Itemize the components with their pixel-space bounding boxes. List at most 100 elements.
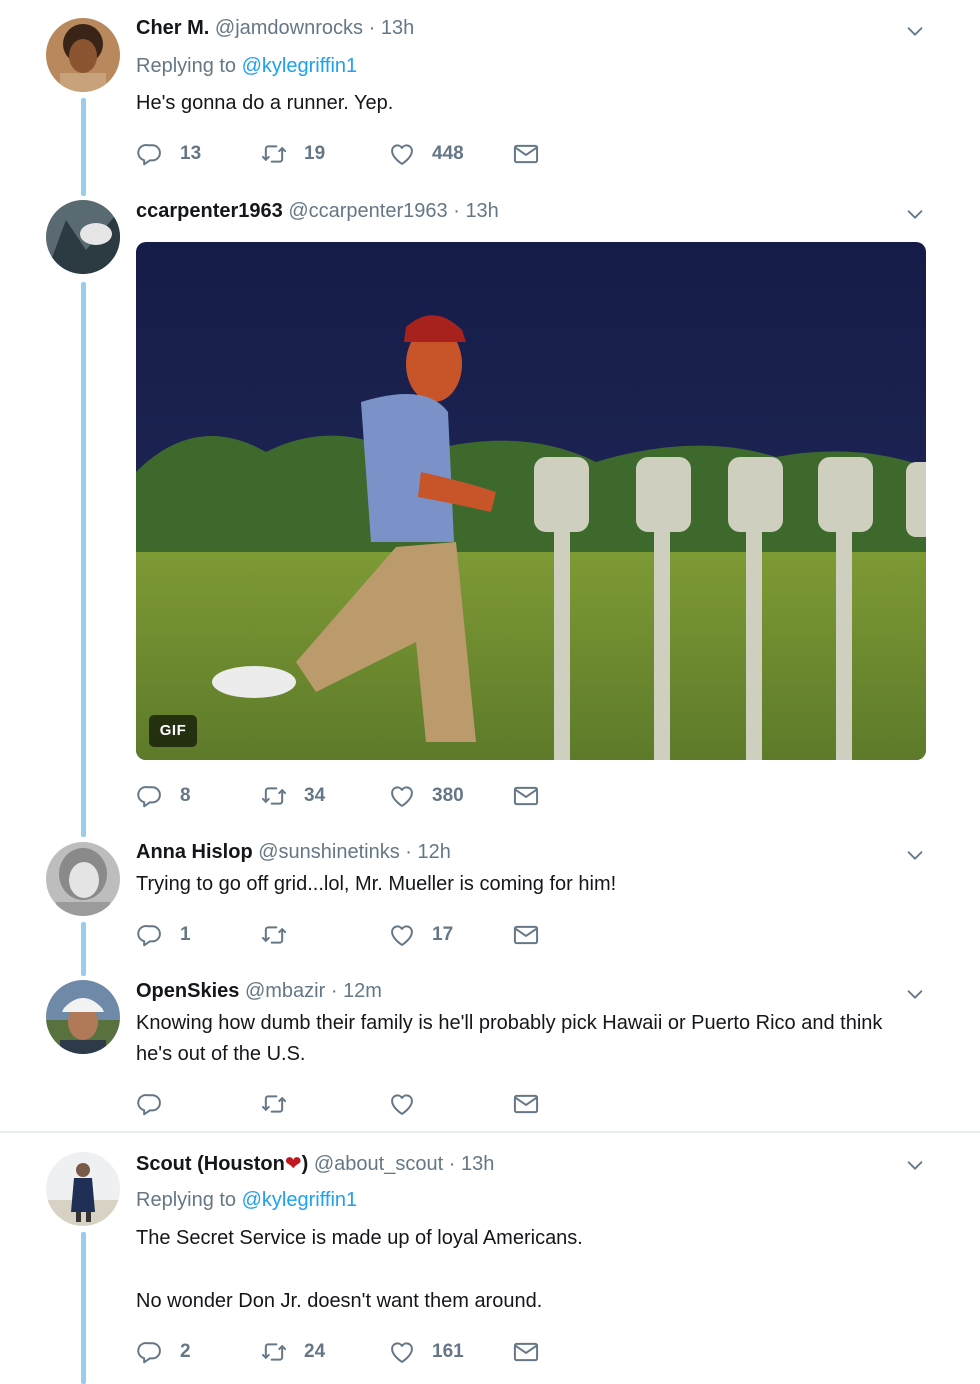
tweet-text: He's gonna do a runner. Yep. <box>136 92 394 114</box>
speech-bubble-icon <box>136 140 164 168</box>
tweet-header: Anna Hislop @sunshinetinks · 12h <box>136 841 451 864</box>
mention-link[interactable]: @kylegriffin1 <box>242 55 358 77</box>
reply-button[interactable]: 13 <box>136 139 201 169</box>
like-count: 448 <box>432 143 464 164</box>
heart-emoji: ❤ <box>284 1153 302 1175</box>
separator: · <box>448 1153 456 1175</box>
separator: · <box>405 841 412 863</box>
chevron-down-icon[interactable] <box>904 1154 926 1176</box>
separator: · <box>368 17 376 39</box>
chevron-down-icon[interactable] <box>904 203 926 225</box>
replying-to: Replying to @kylegriffin1 <box>136 55 357 78</box>
direct-message-button[interactable] <box>512 1089 540 1119</box>
retweet-arrows-icon <box>260 140 288 168</box>
tweet-text: Trying to go off grid...lol, Mr. Mueller… <box>136 873 617 895</box>
speech-bubble-icon <box>136 1338 164 1366</box>
display-name[interactable]: Anna Hislop <box>136 841 253 863</box>
direct-message-button[interactable] <box>512 1337 540 1367</box>
thread-connector-line <box>81 922 86 976</box>
retweet-count: 34 <box>304 785 326 806</box>
mention-link[interactable]: @kylegriffin1 <box>242 1189 358 1211</box>
timestamp[interactable]: 12h <box>418 841 451 863</box>
chevron-down-icon[interactable] <box>904 20 926 42</box>
like-count: 161 <box>432 1341 464 1362</box>
envelope-icon <box>512 782 540 810</box>
timestamp[interactable]: 13h <box>461 1153 494 1175</box>
retweet-arrows-icon <box>260 1090 288 1118</box>
retweet-button[interactable]: 24 <box>260 1337 325 1367</box>
tweet-text: Knowing how dumb their family is he'll p… <box>136 1012 883 1065</box>
avatar[interactable] <box>46 1152 120 1226</box>
heart-outline-icon <box>388 140 416 168</box>
display-name-suffix: ) <box>301 1153 309 1175</box>
reply-button[interactable] <box>136 1089 180 1119</box>
retweet-arrows-icon <box>260 921 288 949</box>
handle[interactable]: @about_scout <box>314 1153 443 1175</box>
tweet-text-line-1: The Secret Service is made up of loyal A… <box>136 1227 583 1249</box>
like-button[interactable]: 448 <box>388 139 464 169</box>
like-button[interactable]: 17 <box>388 920 453 950</box>
heart-outline-icon <box>388 1338 416 1366</box>
gif-badge: GIF <box>149 715 197 747</box>
timestamp[interactable]: 12m <box>343 980 382 1002</box>
heart-outline-icon <box>388 921 416 949</box>
replying-label: Replying to <box>136 55 237 77</box>
direct-message-button[interactable] <box>512 781 540 811</box>
display-name-text: Scout (Houston <box>136 1153 285 1175</box>
speech-bubble-icon <box>136 921 164 949</box>
like-button[interactable] <box>388 1089 432 1119</box>
speech-bubble-icon <box>136 1090 164 1118</box>
retweet-arrows-icon <box>260 1338 288 1366</box>
thread-connector-line <box>81 282 86 837</box>
avatar[interactable] <box>46 18 120 92</box>
direct-message-button[interactable] <box>512 139 540 169</box>
avatar[interactable] <box>46 842 120 916</box>
avatar[interactable] <box>46 200 120 274</box>
timestamp[interactable]: 13h <box>381 17 414 39</box>
avatar[interactable] <box>46 980 120 1054</box>
thread-connector-line <box>81 1232 86 1384</box>
retweet-button[interactable]: 19 <box>260 139 325 169</box>
chevron-down-icon[interactable] <box>904 983 926 1005</box>
replying-to: Replying to @kylegriffin1 <box>136 1189 357 1212</box>
gif-media[interactable]: GIF <box>136 242 926 760</box>
tweet-text-line-2: No wonder Don Jr. doesn't want them arou… <box>136 1290 543 1312</box>
chevron-down-icon[interactable] <box>904 844 926 866</box>
tweet-actions: 1 17 <box>136 920 556 950</box>
speech-bubble-icon <box>136 782 164 810</box>
heart-outline-icon <box>388 782 416 810</box>
envelope-icon <box>512 1338 540 1366</box>
envelope-icon <box>512 140 540 168</box>
tweet-header: Scout (Houston❤) @about_scout · 13h <box>136 1151 494 1176</box>
reply-button[interactable]: 8 <box>136 781 191 811</box>
reply-button[interactable]: 1 <box>136 920 191 950</box>
handle[interactable]: @sunshinetinks <box>258 841 399 863</box>
handle[interactable]: @mbazir <box>245 980 325 1002</box>
retweet-button[interactable] <box>260 1089 304 1119</box>
thread-connector-line <box>81 98 86 196</box>
separator: · <box>453 200 460 222</box>
timestamp[interactable]: 13h <box>465 200 498 222</box>
like-button[interactable]: 380 <box>388 781 464 811</box>
tweet-header: ccarpenter1963 @ccarpenter1963 · 13h <box>136 200 499 223</box>
conversation-divider <box>0 1131 980 1133</box>
display-name[interactable]: Cher M. <box>136 17 209 39</box>
like-count: 17 <box>432 924 454 945</box>
display-name[interactable]: OpenSkies <box>136 980 239 1002</box>
handle[interactable]: @ccarpenter1963 <box>288 200 447 222</box>
direct-message-button[interactable] <box>512 920 540 950</box>
tweet-actions <box>136 1089 556 1119</box>
reply-count: 8 <box>180 785 191 806</box>
display-name[interactable]: Scout (Houston❤) <box>136 1153 308 1175</box>
reply-button[interactable]: 2 <box>136 1337 191 1367</box>
display-name[interactable]: ccarpenter1963 <box>136 200 283 222</box>
retweet-count: 19 <box>304 143 326 164</box>
tweet-header: Cher M. @jamdownrocks · 13h <box>136 17 414 40</box>
handle[interactable]: @jamdownrocks <box>215 17 363 39</box>
gif-image <box>136 242 926 760</box>
retweet-button[interactable]: 34 <box>260 781 325 811</box>
envelope-icon <box>512 921 540 949</box>
tweet-header: OpenSkies @mbazir · 12m <box>136 980 382 1003</box>
like-button[interactable]: 161 <box>388 1337 464 1367</box>
retweet-button[interactable] <box>260 920 304 950</box>
